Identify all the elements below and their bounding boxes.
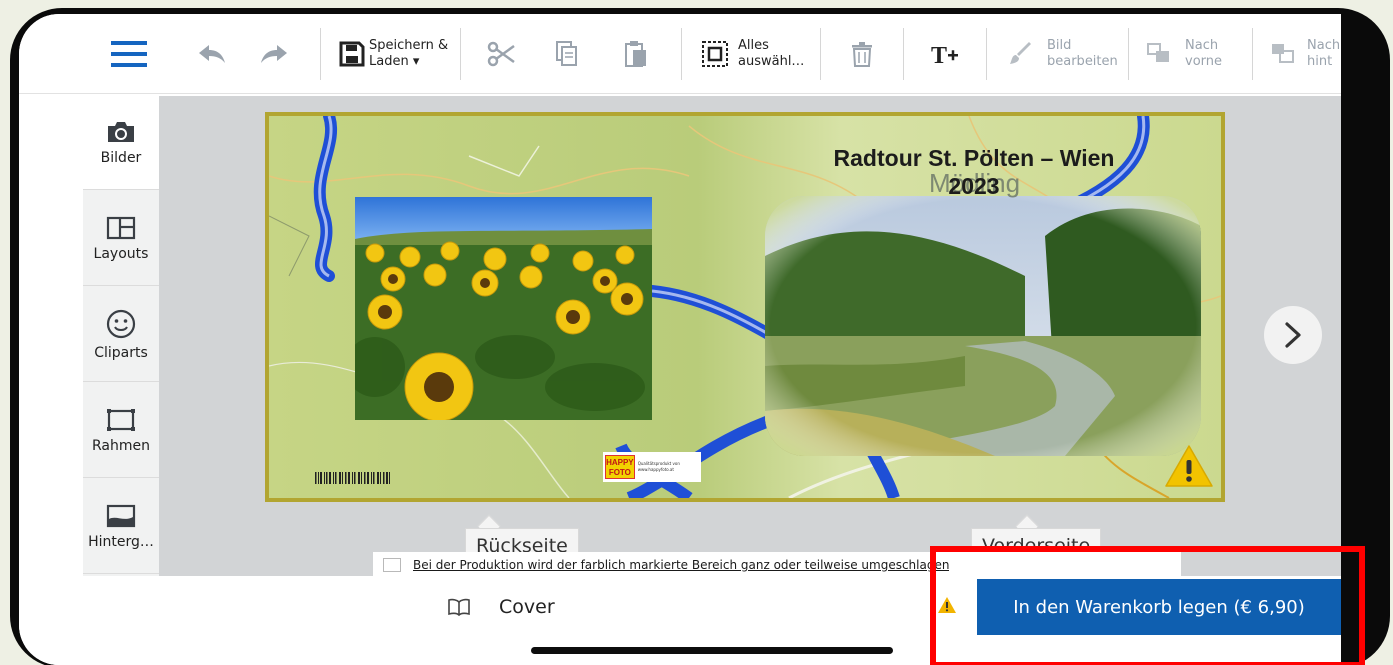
paste-icon (625, 41, 646, 67)
separator (1128, 28, 1129, 80)
cover-nav-label: Cover (499, 596, 555, 618)
undo-button[interactable] (197, 14, 227, 94)
separator (320, 28, 321, 80)
toolbar: Speichern & Laden ▾ Alles auswähl… T Bil… (19, 14, 1341, 94)
undo-icon (199, 45, 225, 63)
fold-notice-text: Bei der Produktion wird der farblich mar… (413, 558, 950, 572)
separator (986, 28, 987, 80)
scissors-icon (487, 41, 515, 67)
save-label-line1: Speichern & (369, 38, 449, 53)
sidebar-item-hintergrund[interactable]: Hinterg… (83, 480, 159, 574)
cover-spread[interactable]: Mödling Radtour St. Pölten – Wien 2023 H… (265, 112, 1225, 502)
edit-image-line1: Bild (1047, 38, 1072, 53)
separator (681, 28, 682, 80)
send-back-button[interactable]: Nach hint (1271, 14, 1340, 94)
select-all-icon (702, 41, 728, 67)
edit-image-line2: bearbeiten (1047, 54, 1118, 69)
sidebar: Bilder Layouts Cliparts Rahmen Hinterg… (83, 96, 159, 576)
edit-image-button[interactable]: Bild bearbeiten (1009, 14, 1118, 94)
stage: Speichern & Laden ▾ Alles auswähl… T Bil… (0, 0, 1393, 665)
trash-icon (852, 42, 872, 67)
camera-icon (108, 121, 134, 142)
book-icon (448, 598, 470, 616)
separator (903, 28, 904, 80)
copy-icon (556, 41, 577, 66)
layout-icon (106, 216, 136, 239)
sidebar-item-bilder[interactable]: Bilder (83, 96, 159, 190)
chevron-right-icon (1285, 322, 1301, 348)
save-load-button[interactable]: Speichern & Laden ▾ (339, 14, 448, 94)
separator (460, 28, 461, 80)
sidebar-item-layouts[interactable]: Layouts (83, 192, 159, 286)
fold-legend-swatch (383, 558, 401, 572)
select-all-line2: auswähl… (738, 54, 805, 69)
delete-button[interactable] (851, 14, 873, 94)
warning-icon[interactable] (1164, 444, 1214, 488)
add-text-button[interactable]: T (931, 14, 961, 94)
redo-button[interactable] (259, 14, 289, 94)
sidebar-item-label: Layouts (93, 245, 149, 262)
hamburger-icon (111, 41, 147, 67)
cut-button[interactable] (487, 14, 515, 94)
sidebar-item-cliparts[interactable]: Cliparts (83, 288, 159, 382)
send-back-line1: Nach (1307, 38, 1341, 53)
bring-front-icon (1147, 43, 1169, 62)
cover-title[interactable]: Radtour St. Pölten – Wien 2023 (809, 144, 1139, 200)
sidebar-item-rahmen[interactable]: Rahmen (83, 384, 159, 478)
save-label-line2: Laden ▾ (369, 54, 420, 69)
copy-button[interactable] (556, 14, 578, 94)
separator (820, 28, 821, 80)
send-back-line2: hint (1307, 54, 1333, 69)
annotation-highlight-box (930, 546, 1365, 665)
background-icon (106, 504, 136, 527)
cover-year: 2023 (948, 173, 1000, 199)
logo-caption: Qualitätsprodukt von www.happyfoto.at (637, 461, 680, 472)
cover-page-nav[interactable]: Cover (447, 596, 555, 618)
select-all-line1: Alles (738, 38, 769, 53)
frame-icon (107, 408, 135, 431)
bring-front-button[interactable]: Nach vorne (1147, 14, 1222, 94)
send-back-icon (1272, 44, 1294, 63)
sidebar-item-label: Rahmen (92, 437, 150, 454)
smiley-icon (106, 309, 136, 338)
next-page-button[interactable] (1264, 306, 1322, 364)
select-all-button[interactable]: Alles auswähl… (702, 14, 804, 94)
cover-title-text: Radtour St. Pölten – Wien (833, 145, 1115, 171)
bring-front-line2: vorne (1185, 54, 1223, 69)
brush-icon (1010, 42, 1031, 64)
logo-badge: HAPPY FOTO (605, 455, 635, 479)
add-text-icon: T (931, 43, 958, 67)
sidebar-item-label: Hinterg… (88, 533, 154, 550)
editor-canvas: Mödling Radtour St. Pölten – Wien 2023 H… (159, 96, 1341, 578)
back-photo-sunflowers[interactable] (355, 197, 652, 420)
sidebar-item-label: Bilder (100, 149, 142, 166)
save-icon (339, 41, 365, 67)
svg-text:T: T (931, 43, 947, 67)
redo-icon (261, 45, 287, 63)
happyfoto-logo: HAPPY FOTO Qualitätsprodukt von www.happ… (603, 452, 701, 482)
barcode (315, 472, 390, 484)
bring-front-line1: Nach (1185, 38, 1219, 53)
front-photo-river[interactable] (765, 196, 1201, 456)
separator (1252, 28, 1253, 80)
home-indicator (531, 647, 893, 654)
menu-button[interactable] (111, 14, 147, 94)
sidebar-item-label: Cliparts (94, 344, 148, 361)
paste-button[interactable] (625, 14, 647, 94)
